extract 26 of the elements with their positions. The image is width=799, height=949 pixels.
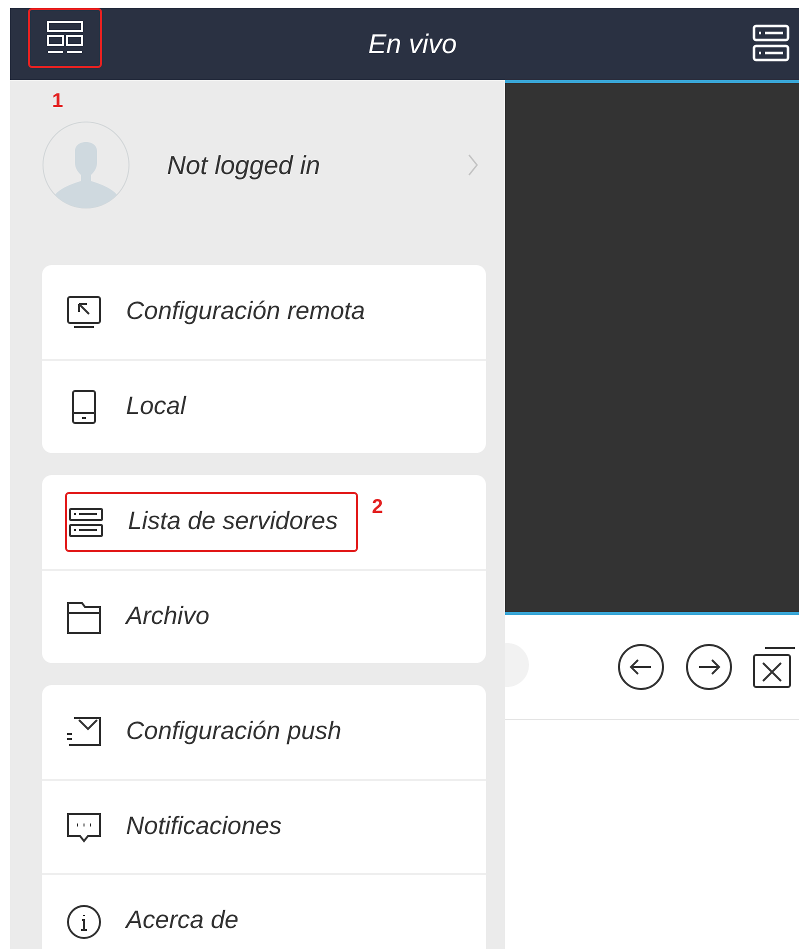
monitor-arrow-icon [65,294,103,330]
screen-title: En vivo [368,28,457,61]
menu-item[interactable]: Configuración push [42,685,486,779]
menu-label: Notificaciones [126,811,282,842]
menu-item[interactable]: Acerca de [42,873,486,949]
server-list-icon[interactable] [751,22,791,64]
annotation-number: 1 [52,89,64,114]
annotation-number: 2 [372,495,383,520]
menu-item[interactable]: Archivo [42,569,486,663]
arrow-left-icon[interactable] [617,643,665,691]
menu-label: Archivo [126,601,210,632]
close-window-icon[interactable] [753,645,795,689]
menu-item[interactable]: Local [42,359,486,453]
login-status[interactable]: Not logged in [167,146,467,184]
menu-label: Configuración remota [126,296,366,328]
menu-item[interactable]: Lista de servidores 2 [42,475,486,569]
menu-label: Configuración push [126,716,342,748]
menu-label: Lista de servidores [128,506,338,538]
menu-item[interactable]: Configuración remota [42,265,486,359]
arrow-right-icon[interactable] [685,643,733,691]
info-icon [65,903,103,939]
menu-label: Local [126,391,186,422]
menu-item[interactable]: Notificaciones [42,779,486,873]
folder-icon [65,599,103,635]
layout-icon[interactable] [45,20,85,56]
menu-label: Acerca de [126,905,239,936]
